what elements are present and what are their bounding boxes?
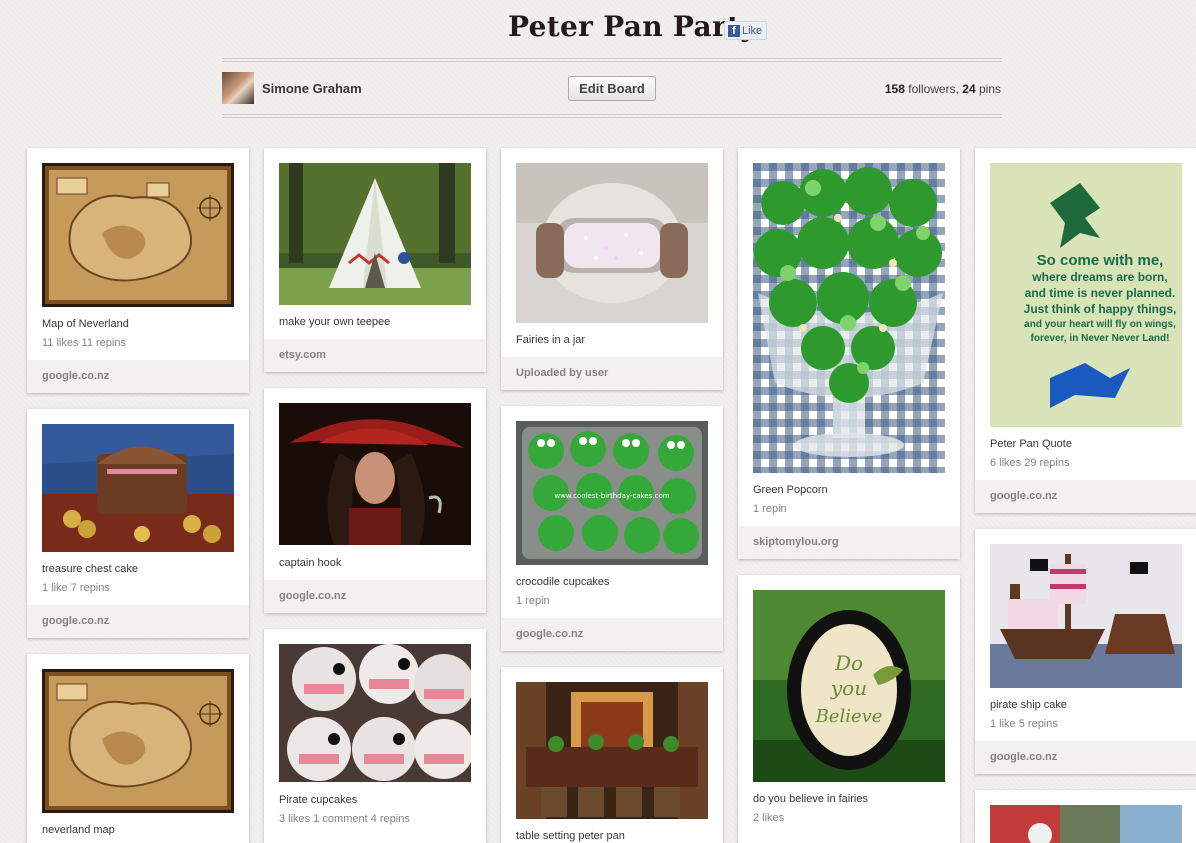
followers-count[interactable]: 158 xyxy=(885,82,905,96)
pins-label: pins xyxy=(978,82,1001,96)
like-label: Like xyxy=(742,24,763,37)
pin-description: neverland map xyxy=(42,824,115,836)
quote-line-6: forever, in Never Never Land! xyxy=(1031,333,1170,344)
pin-counts: 11 likes 11 repins xyxy=(42,337,126,349)
pin-description: treasure chest cake xyxy=(42,563,138,575)
pin-source[interactable]: etsy.com xyxy=(264,339,486,372)
pin-counts: 6 likes 29 repins xyxy=(990,457,1070,469)
board-stats: 158 followers, 24 pins xyxy=(885,82,1001,96)
pins-count: 24 xyxy=(962,82,976,96)
pin-counts: 3 likes 1 comment 4 repins xyxy=(279,813,410,825)
pin-treasure-chest-cake[interactable]: treasure chest cake 1 like 7 repins goog… xyxy=(27,409,249,638)
pin-source[interactable]: google.co.nz xyxy=(975,741,1196,774)
pin-description: Fairies in a jar xyxy=(516,334,586,346)
pin-source[interactable]: skiptomylou.org xyxy=(738,526,960,559)
quote-line-5: and your heart will fly on wings, xyxy=(1024,319,1176,330)
followers-label[interactable]: followers, xyxy=(908,82,959,96)
pin-neverland-map[interactable]: neverland map xyxy=(27,654,249,843)
pin-do-you-believe-in-fairies[interactable]: Do you Believe do you believe in fairies… xyxy=(738,575,960,843)
quote-line-3: and time is never planned. xyxy=(1025,286,1176,300)
pin-source[interactable]: google.co.nz xyxy=(27,605,249,638)
pin-description: Map of Neverland xyxy=(42,318,129,330)
pin-table-setting-peter-pan[interactable]: table setting peter pan xyxy=(501,667,723,843)
pin-counts: 2 likes xyxy=(753,812,785,824)
facebook-icon: f xyxy=(728,24,740,37)
pin-counts: 1 repin xyxy=(753,503,787,515)
board-title: Peter Pan Party xyxy=(508,10,757,43)
pin-image-quote-poster[interactable]: So come with me, where dreams are born, … xyxy=(990,163,1182,427)
pin-pirate-cupcakes[interactable]: Pirate cupcakes 3 likes 1 comment 4 repi… xyxy=(264,629,486,843)
pin-map-of-neverland[interactable]: Map of Neverland 11 likes 11 repins goog… xyxy=(27,148,249,393)
pin-source[interactable]: google.co.nz xyxy=(27,360,249,393)
pin-counts: 1 like 5 repins xyxy=(990,718,1058,730)
pin-image-chest-cake[interactable] xyxy=(42,424,234,552)
pin-image-treasure-map[interactable] xyxy=(42,163,234,307)
pin-description: Peter Pan Quote xyxy=(990,438,1072,450)
pin-counts: 1 like 7 repins xyxy=(42,582,110,594)
pin-source[interactable]: google.co.nz xyxy=(501,618,723,651)
sign-text-you: you xyxy=(830,676,867,700)
quote-line-2: where dreams are born, xyxy=(1031,270,1167,284)
header-divider-bottom xyxy=(222,114,1002,118)
pin-image-ship-cake[interactable] xyxy=(990,544,1182,688)
pin-description: do you believe in fairies xyxy=(753,793,868,805)
sign-text-believe: Believe xyxy=(815,706,883,727)
pin-captain-hook[interactable]: captain hook google.co.nz xyxy=(264,388,486,613)
pin-image-partial[interactable] xyxy=(990,805,1182,843)
pin-description: crocodile cupcakes xyxy=(516,576,610,588)
pin-pirate-ship-cake[interactable]: pirate ship cake 1 like 5 repins google.… xyxy=(975,529,1196,774)
pin-image-fairy-jar[interactable] xyxy=(516,163,708,323)
board-header: Peter Pan Party f Like Simone Graham Edi… xyxy=(0,0,1196,130)
pin-image-table-setting[interactable] xyxy=(516,682,708,819)
facebook-like-button[interactable]: f Like xyxy=(724,21,767,40)
pin-image-teepee[interactable] xyxy=(279,163,471,305)
pin-image-treasure-map[interactable] xyxy=(42,669,234,813)
pin-source[interactable]: google.co.nz xyxy=(264,580,486,613)
sign-text-do: Do xyxy=(834,651,863,675)
pin-description: captain hook xyxy=(279,557,342,569)
pin-description: Pirate cupcakes xyxy=(279,794,358,806)
pin-green-popcorn[interactable]: Green Popcorn 1 repin skiptomylou.org xyxy=(738,148,960,559)
pin-image-captain-hook[interactable] xyxy=(279,403,471,545)
pin-description: pirate ship cake xyxy=(990,699,1068,711)
pin-description: table setting peter pan xyxy=(516,830,625,842)
pin-make-your-own-teepee[interactable]: make your own teepee etsy.com xyxy=(264,148,486,372)
pin-counts: 1 repin xyxy=(516,595,550,607)
pin-fairies-in-a-jar[interactable]: Fairies in a jar Uploaded by user xyxy=(501,148,723,390)
pin-source[interactable]: google.co.nz xyxy=(975,480,1196,513)
pin-image-croc-cupcakes[interactable]: www.coolest-birthday-cakes.com xyxy=(516,421,708,565)
pin-image-pirate-cupcakes[interactable] xyxy=(279,644,471,782)
pin-crocodile-cupcakes[interactable]: www.coolest-birthday-cakes.com crocodile… xyxy=(501,406,723,651)
header-divider-top xyxy=(222,58,1002,62)
quote-line-1: So come with me, xyxy=(1037,252,1164,269)
pin-description: Green Popcorn xyxy=(753,484,828,496)
quote-line-4: Just think of happy things, xyxy=(1024,302,1177,316)
pin-source[interactable]: Uploaded by user xyxy=(501,357,723,390)
pin-description: make your own teepee xyxy=(279,316,391,328)
pin-partial[interactable] xyxy=(975,790,1196,843)
pin-image-believe-sign[interactable]: Do you Believe xyxy=(753,590,945,782)
edit-board-button[interactable]: Edit Board xyxy=(568,76,656,101)
avatar[interactable] xyxy=(222,72,254,104)
pin-image-green-popcorn[interactable] xyxy=(753,163,945,473)
owner-name[interactable]: Simone Graham xyxy=(262,81,362,96)
watermark: www.coolest-birthday-cakes.com xyxy=(554,492,669,500)
pin-peter-pan-quote[interactable]: So come with me, where dreams are born, … xyxy=(975,148,1196,513)
